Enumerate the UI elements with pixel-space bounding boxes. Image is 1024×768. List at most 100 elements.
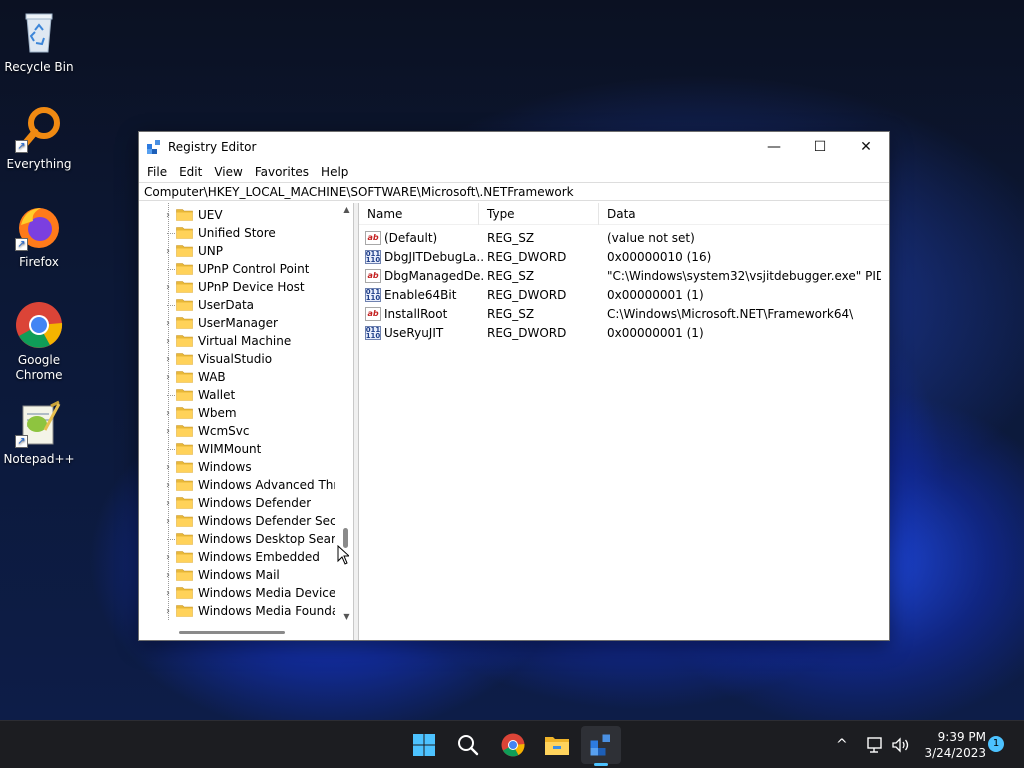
menu-edit[interactable]: Edit — [173, 165, 208, 179]
expand-chevron-icon[interactable]: › — [163, 354, 173, 365]
tree-item[interactable]: › Windows Mail — [139, 566, 340, 584]
desktop-icon-notepadpp[interactable]: ↗ Notepad++ — [3, 400, 75, 467]
tree-item[interactable]: › WcmSvc — [139, 422, 340, 440]
desktop-icon-chrome[interactable]: Google Chrome — [4, 301, 74, 383]
notification-badge[interactable]: 1 — [988, 736, 1004, 752]
network-button[interactable] — [866, 721, 886, 768]
volume-button[interactable] — [891, 721, 911, 768]
folder-icon — [176, 533, 193, 545]
expand-chevron-icon[interactable]: › — [163, 336, 173, 347]
expand-chevron-icon[interactable]: › — [163, 372, 173, 383]
expand-chevron-icon[interactable]: › — [163, 516, 173, 527]
taskbar-file-explorer[interactable] — [542, 730, 572, 760]
tree-item[interactable]: › Windows Media Device M — [139, 584, 340, 602]
value-row[interactable]: 011 110 UseRyuJIT REG_DWORD 0x00000001 (1) — [359, 323, 889, 342]
column-header-name[interactable]: Name — [359, 202, 479, 225]
value-name-cell: 011 110 DbgJITDebugLa... — [365, 249, 483, 264]
value-row[interactable]: ab (Default) REG_SZ (value not set) — [359, 228, 889, 247]
expand-chevron-icon[interactable]: › — [163, 480, 173, 491]
tree-item[interactable]: › UEV — [139, 206, 340, 224]
tree-item[interactable]: › Virtual Machine — [139, 332, 340, 350]
windows-logo-icon — [413, 734, 435, 756]
clock[interactable]: 9:39 PM 3/24/2023 — [918, 729, 986, 761]
tree-item[interactable]: › VisualStudio — [139, 350, 340, 368]
tree-item[interactable]: › UNP — [139, 242, 340, 260]
title-bar[interactable]: Registry Editor — ☐ ✕ — [139, 132, 889, 161]
tree-item[interactable]: › Windows Embedded — [139, 548, 340, 566]
tree-item[interactable]: › Windows Media Foundatic — [139, 602, 340, 620]
menu-favorites[interactable]: Favorites — [249, 165, 315, 179]
search-button[interactable] — [453, 730, 483, 760]
close-button[interactable]: ✕ — [843, 132, 889, 161]
column-header-type[interactable]: Type — [479, 202, 599, 225]
taskbar-registry-editor[interactable] — [586, 730, 616, 760]
address-bar[interactable]: Computer\HKEY_LOCAL_MACHINE\SOFTWARE\Mic… — [139, 182, 889, 201]
tree-item[interactable]: › Windows Advanced Threa — [139, 476, 340, 494]
active-app-indicator — [594, 763, 608, 766]
scroll-up-arrow-icon[interactable]: ▲ — [340, 203, 353, 217]
tree-item[interactable]: › WAB — [139, 368, 340, 386]
value-row[interactable]: ab InstallRoot REG_SZ C:\Windows\Microsoft.… — [359, 304, 889, 323]
tree-item[interactable]: Unified Store — [139, 224, 340, 242]
tree-item[interactable]: › Windows Defender — [139, 494, 340, 512]
string-value-icon: ab — [365, 306, 381, 321]
expand-chevron-icon[interactable]: › — [163, 426, 173, 437]
expand-chevron-icon[interactable]: › — [163, 246, 173, 257]
start-button[interactable] — [409, 730, 439, 760]
tree-connector — [167, 539, 175, 540]
minimize-button[interactable]: — — [751, 132, 797, 161]
clock-time: 9:39 PM — [937, 730, 986, 744]
tree-item[interactable]: UPnP Control Point — [139, 260, 340, 278]
speaker-icon — [892, 737, 909, 753]
values-list-pane[interactable]: Name Type Data ab (Default) REG_SZ (value n… — [359, 202, 889, 640]
tree-item[interactable]: WIMMount — [139, 440, 340, 458]
desktop-icon-recycle-bin[interactable]: Recycle Bin — [4, 8, 74, 75]
tray-overflow-button[interactable]: ^ — [836, 721, 848, 768]
tree-item[interactable]: UserData — [139, 296, 340, 314]
tree-item-label: Wbem — [198, 406, 237, 420]
expand-chevron-icon[interactable]: › — [163, 210, 173, 221]
expand-chevron-icon[interactable]: › — [163, 318, 173, 329]
shortcut-arrow-icon: ↗ — [15, 140, 28, 153]
tree-item[interactable]: Wallet — [139, 386, 340, 404]
expand-chevron-icon[interactable]: › — [163, 588, 173, 599]
value-row[interactable]: 011 110 Enable64Bit REG_DWORD 0x00000001 (1… — [359, 285, 889, 304]
expand-chevron-icon[interactable]: › — [163, 462, 173, 473]
value-type-cell: REG_DWORD — [487, 287, 567, 302]
tree-item[interactable]: › Wbem — [139, 404, 340, 422]
tree-item[interactable]: Windows Desktop Search — [139, 530, 340, 548]
expand-chevron-icon[interactable]: › — [163, 498, 173, 509]
column-header-data[interactable]: Data — [599, 203, 887, 225]
scroll-down-arrow-icon[interactable]: ▼ — [340, 610, 353, 624]
desktop-icon-everything[interactable]: ↗ Everything — [4, 105, 74, 172]
tree-item[interactable]: › UPnP Device Host — [139, 278, 340, 296]
value-row[interactable]: 011 110 DbgJITDebugLa... REG_DWORD 0x000000… — [359, 247, 889, 266]
tree-item[interactable]: › Windows — [139, 458, 340, 476]
tree-item[interactable]: › Windows Defender Securit — [139, 512, 340, 530]
expand-chevron-icon[interactable]: › — [163, 552, 173, 563]
value-type-cell: REG_SZ — [487, 268, 535, 283]
folder-icon — [176, 425, 193, 437]
registry-editor-icon — [147, 139, 160, 154]
horizontal-scroll-thumb[interactable] — [179, 631, 285, 634]
chrome-icon — [501, 733, 525, 757]
folder-icon — [176, 245, 193, 257]
expand-chevron-icon[interactable]: › — [163, 570, 173, 581]
value-data-cell: 0x00000001 (1) — [607, 287, 704, 302]
taskbar-chrome[interactable] — [498, 730, 528, 760]
menu-help[interactable]: Help — [315, 165, 354, 179]
expand-chevron-icon[interactable]: › — [163, 282, 173, 293]
value-row[interactable]: ab DbgManagedDe... REG_SZ "C:\Windows\syste… — [359, 266, 889, 285]
tree-connector — [167, 233, 175, 234]
value-name-cell: 011 110 UseRyuJIT — [365, 325, 483, 340]
expand-chevron-icon[interactable]: › — [163, 606, 173, 617]
desktop-icon-firefox[interactable]: ↗ Firefox — [4, 203, 74, 270]
folder-icon — [176, 551, 193, 563]
tree-horizontal-scrollbar[interactable] — [139, 624, 340, 640]
menu-file[interactable]: File — [141, 165, 173, 179]
key-tree-pane[interactable]: › UEV Unified Store › UNP UPnP Control Point ›… — [139, 203, 354, 640]
expand-chevron-icon[interactable]: › — [163, 408, 173, 419]
menu-view[interactable]: View — [208, 165, 248, 179]
tree-item[interactable]: › UserManager — [139, 314, 340, 332]
maximize-button[interactable]: ☐ — [797, 132, 843, 161]
